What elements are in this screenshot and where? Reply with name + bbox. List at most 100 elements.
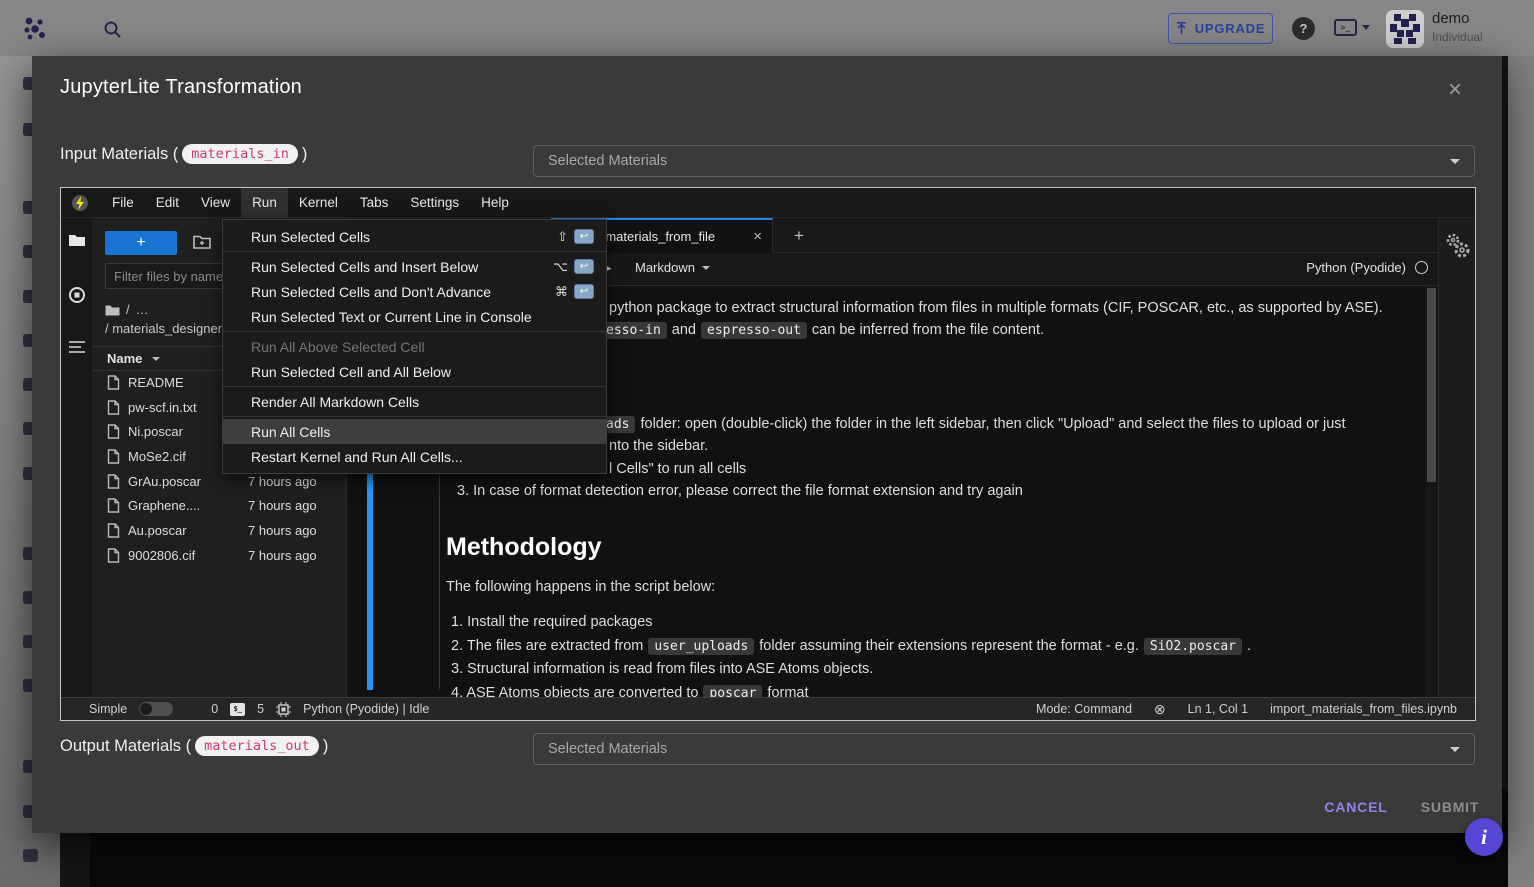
menu-item-render-all-markdown[interactable]: Render All Markdown Cells: [223, 389, 606, 414]
trust-indicator-icon: ⊗: [1154, 701, 1166, 718]
statusbar-filename: import_materials_from_files.ipynb: [1270, 702, 1457, 716]
menu-item-run-all-above: Run All Above Selected Cell: [223, 334, 606, 359]
menu-item-run-dont-advance[interactable]: Run Selected Cells and Don't Advance ⌘↩: [223, 279, 606, 304]
file-icon: [107, 400, 120, 415]
file-icon: [107, 523, 120, 538]
jupyter-statusbar: Simple 0 $_ 5 Python (Pyodide) | Idle Mo…: [61, 697, 1475, 720]
markdown-list-item: l Cells" to run all cells: [609, 461, 746, 477]
menu-file[interactable]: File: [101, 188, 145, 218]
output-materials-select-value: Selected Materials: [548, 741, 667, 757]
new-launcher-button[interactable]: +: [105, 231, 177, 255]
materials-in-pill: materials_in: [182, 144, 298, 164]
menu-tabs[interactable]: Tabs: [349, 188, 400, 218]
file-icon: [107, 548, 120, 563]
terminal-icon: >_: [1334, 19, 1357, 36]
property-inspector-gears-icon[interactable]: [1445, 232, 1471, 260]
kernel-status-text[interactable]: Python (Pyodide) | Idle: [303, 702, 429, 716]
menu-divider: [223, 386, 606, 387]
close-icon[interactable]: ×: [1448, 78, 1462, 102]
chevron-down-icon: [1450, 747, 1460, 752]
file-row[interactable]: 9002806.cif 7 hours ago: [93, 543, 346, 568]
simple-mode-toggle[interactable]: [139, 702, 173, 716]
file-row[interactable]: Au.poscar 7 hours ago: [93, 518, 346, 543]
kernels-count: 5: [257, 702, 264, 716]
app-right-panel-edge: [1508, 56, 1534, 887]
upload-icon: [1176, 22, 1187, 36]
table-of-contents-icon[interactable]: [68, 340, 86, 354]
menu-divider: [223, 416, 606, 417]
upgrade-button[interactable]: UPGRADE: [1168, 13, 1273, 44]
kernel-sessions-icon[interactable]: [276, 702, 291, 717]
markdown-paragraph: The following happens in the script belo…: [446, 579, 715, 595]
cursor-position[interactable]: Ln 1, Col 1: [1188, 702, 1248, 716]
terminal-sessions-icon[interactable]: $_: [230, 703, 245, 716]
input-materials-select[interactable]: Selected Materials: [533, 145, 1475, 177]
console-menu-button[interactable]: >_: [1334, 19, 1370, 36]
menu-item-run-all-cells[interactable]: Run All Cells: [223, 419, 606, 444]
menu-settings[interactable]: Settings: [399, 188, 470, 218]
kernel-status-icon: [1415, 261, 1428, 274]
menu-divider: [223, 251, 606, 252]
chevron-down-icon: [1362, 25, 1370, 30]
file-icon: [107, 449, 120, 464]
menu-item-run-and-insert-below[interactable]: Run Selected Cells and Insert Below ⌥↩: [223, 254, 606, 279]
app-logo[interactable]: [22, 15, 48, 41]
user-plan: Individual: [1432, 30, 1483, 44]
mode-indicator: Mode: Command: [1036, 702, 1132, 716]
menu-edit[interactable]: Edit: [145, 188, 190, 218]
option-key-glyph: ⌥: [553, 259, 568, 275]
sidebar-icon[interactable]: [23, 849, 38, 862]
jupyter-left-tabstrip: [61, 218, 93, 697]
enter-key-icon: ↩: [574, 229, 594, 244]
search-icon[interactable]: [103, 20, 122, 39]
cancel-button[interactable]: CANCEL: [1320, 792, 1392, 822]
new-folder-icon[interactable]: [193, 234, 211, 249]
new-tab-button[interactable]: +: [787, 224, 811, 248]
file-browser-tab-icon[interactable]: [68, 232, 86, 248]
menu-item-run-selected-cells[interactable]: Run Selected Cells ⇧↩: [223, 224, 606, 249]
markdown-list-item: 3. Structural information is read from f…: [451, 661, 873, 677]
cell-type-select[interactable]: Markdown: [635, 260, 710, 275]
chevron-down-icon: [1450, 159, 1460, 164]
enter-key-icon: ↩: [574, 259, 594, 274]
enter-key-icon: ↩: [574, 284, 594, 299]
run-menu: Run Selected Cells ⇧↩ Run Selected Cells…: [222, 219, 607, 474]
simple-mode-label: Simple: [89, 702, 127, 716]
dialog-title: JupyterLite Transformation: [60, 76, 302, 99]
notebook-scrollbar[interactable]: [1425, 286, 1438, 697]
file-row[interactable]: Graphene.... 7 hours ago: [93, 493, 346, 518]
terminals-count: 0: [211, 702, 218, 716]
markdown-paragraph: esso-inandespresso-outcan be inferred fr…: [595, 322, 1044, 338]
kernel-indicator[interactable]: Python (Pyodide): [1306, 260, 1428, 275]
file-icon: [107, 375, 120, 390]
markdown-list-item: 1. Install the required packages: [451, 614, 653, 630]
markdown-list-item: 4. ASE Atoms objects are converted topos…: [451, 685, 809, 697]
command-key-glyph: ⌘: [555, 284, 568, 300]
jupyter-menubar: File Edit View Run Kernel Tabs Settings …: [61, 188, 1475, 218]
output-materials-select[interactable]: Selected Materials: [533, 733, 1475, 765]
materials-out-pill: materials_out: [195, 736, 319, 756]
menu-view[interactable]: View: [190, 188, 241, 218]
running-sessions-icon[interactable]: [68, 286, 86, 304]
input-materials-select-value: Selected Materials: [548, 153, 667, 169]
menu-item-run-text-in-console[interactable]: Run Selected Text or Current Line in Con…: [223, 304, 606, 329]
menu-help[interactable]: Help: [470, 188, 520, 218]
file-icon: [107, 498, 120, 513]
avatar[interactable]: [1386, 10, 1424, 48]
breadcrumb[interactable]: / …: [105, 302, 149, 317]
home-folder-icon: [105, 304, 120, 316]
markdown-list-item: nto the sidebar.: [609, 438, 708, 454]
menu-item-restart-and-run-all[interactable]: Restart Kernel and Run All Cells...: [223, 444, 606, 469]
toggle-knob: [140, 703, 152, 715]
input-materials-label: Input Materials (materials_in): [60, 144, 307, 164]
info-button[interactable]: i: [1465, 818, 1503, 856]
menu-kernel[interactable]: Kernel: [288, 188, 349, 218]
help-icon[interactable]: ?: [1292, 17, 1315, 40]
menu-item-run-cell-and-below[interactable]: Run Selected Cell and All Below: [223, 359, 606, 384]
markdown-list-item: adsfolder: open (double-click) the folde…: [595, 416, 1346, 432]
scrollbar-thumb[interactable]: [1427, 288, 1436, 482]
close-tab-icon[interactable]: ×: [753, 228, 762, 245]
menu-run[interactable]: Run: [241, 188, 288, 218]
avatar-pattern: [1386, 10, 1424, 48]
sort-caret-icon: [152, 357, 160, 361]
